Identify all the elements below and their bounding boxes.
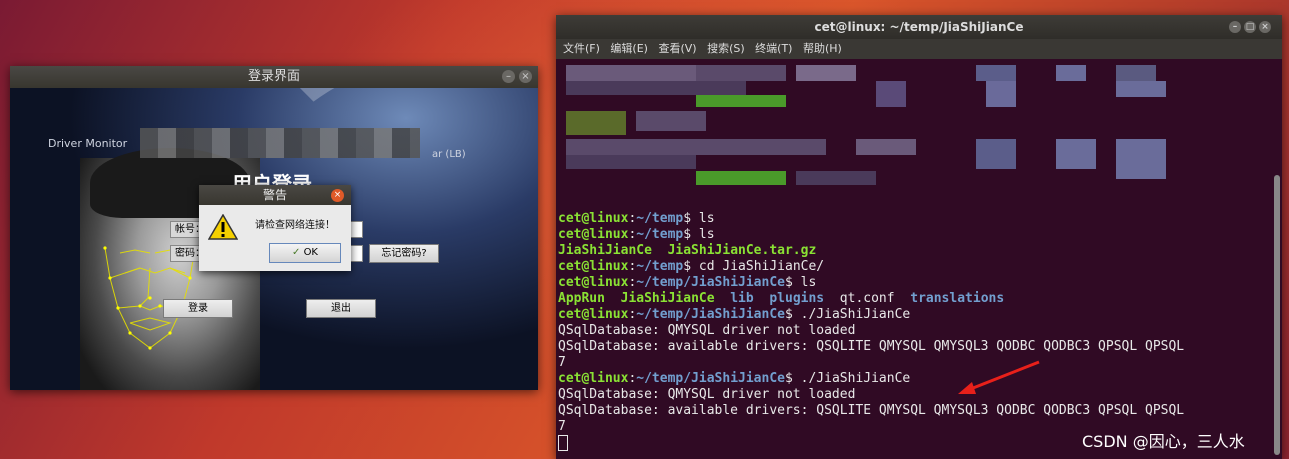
close-icon[interactable]: × — [519, 70, 532, 83]
ok-button[interactable]: ✓ OK — [269, 243, 341, 263]
terminal-title: cet@linux: ~/temp/JiaShiJianCe — [814, 20, 1024, 34]
annotation-arrow-icon — [958, 360, 1040, 394]
watermark: CSDN @因心，三人水 — [1082, 432, 1245, 451]
terminal-minimize-icon[interactable]: – — [1229, 21, 1241, 33]
ok-hand-icon: ✓ — [291, 247, 301, 258]
terminal-output[interactable]: cet@linux:~/temp$ ls cet@linux:~/temp$ l… — [556, 59, 1274, 459]
redacted-header — [140, 128, 420, 158]
terminal-titlebar[interactable]: cet@linux: ~/temp/JiaShiJianCe – □ × — [556, 15, 1282, 39]
header-suffix-label: ar (LB) — [432, 149, 466, 160]
menu-edit[interactable]: 编辑(E) — [610, 39, 648, 59]
terminal-line: QSqlDatabase: QMYSQL driver not loaded — [558, 323, 856, 338]
terminal-menubar: 文件(F) 编辑(E) 查看(V) 搜索(S) 终端(T) 帮助(H) — [556, 39, 1282, 59]
login-window-title: 登录界面 — [247, 69, 300, 84]
terminal-cursor — [558, 435, 568, 451]
terminal-line: cet@linux:~/temp/JiaShiJianCe$ ./JiaShiJ… — [558, 371, 911, 386]
login-window-titlebar[interactable]: 登录界面 – × — [10, 66, 538, 88]
menu-help[interactable]: 帮助(H) — [803, 39, 842, 59]
login-button[interactable]: 登录 — [163, 299, 233, 318]
warning-dialog-titlebar[interactable]: 警告 × — [199, 185, 351, 205]
terminal-line: QSqlDatabase: available drivers: QSQLITE… — [558, 339, 1185, 354]
terminal-line: QSqlDatabase: QMYSQL driver not loaded — [558, 387, 856, 402]
terminal-line: cet@linux:~/temp/JiaShiJianCe$ ./JiaShiJ… — [558, 307, 911, 322]
terminal-scrollbar[interactable] — [1274, 175, 1280, 455]
terminal-line: cet@linux:~/temp$ cd JiaShiJianCe/ — [558, 259, 825, 274]
warning-icon — [208, 214, 238, 240]
dialog-close-icon[interactable]: × — [331, 189, 344, 202]
terminal-close-icon[interactable]: × — [1259, 21, 1271, 33]
minimize-icon[interactable]: – — [502, 70, 515, 83]
warning-dialog-title: 警告 — [262, 188, 287, 202]
terminal-line: JiaShiJianCe JiaShiJianCe.tar.gz — [558, 243, 817, 258]
menu-view[interactable]: 查看(V) — [658, 39, 696, 59]
warning-dialog: 警告 × 请检查网络连接！ ✓ OK — [199, 185, 351, 271]
menu-search[interactable]: 搜索(S) — [707, 39, 745, 59]
terminal-line: AppRun JiaShiJianCe lib plugins qt.conf … — [558, 291, 1005, 306]
terminal-window: cet@linux: ~/temp/JiaShiJianCe – □ × 文件(… — [556, 15, 1282, 459]
forgot-password-button[interactable]: 忘记密码? — [369, 244, 439, 263]
ok-button-label: OK — [303, 247, 318, 258]
terminal-cursor-line — [558, 435, 568, 451]
driver-monitor-label: Driver Monitor — [48, 137, 128, 150]
menu-terminal[interactable]: 终端(T) — [755, 39, 792, 59]
terminal-line: cet@linux:~/temp$ ls — [558, 211, 715, 226]
warning-message: 请检查网络连接！ — [255, 220, 335, 231]
menu-file[interactable]: 文件(F) — [563, 39, 600, 59]
terminal-line: 7 — [558, 355, 566, 370]
terminal-line: QSqlDatabase: available drivers: QSQLITE… — [558, 403, 1185, 418]
exit-button[interactable]: 退出 — [306, 299, 376, 318]
terminal-maximize-icon[interactable]: □ — [1244, 21, 1256, 33]
terminal-line: 7 — [558, 419, 566, 434]
terminal-line: cet@linux:~/temp$ ls — [558, 227, 715, 242]
terminal-line: cet@linux:~/temp/JiaShiJianCe$ ls — [558, 275, 817, 290]
